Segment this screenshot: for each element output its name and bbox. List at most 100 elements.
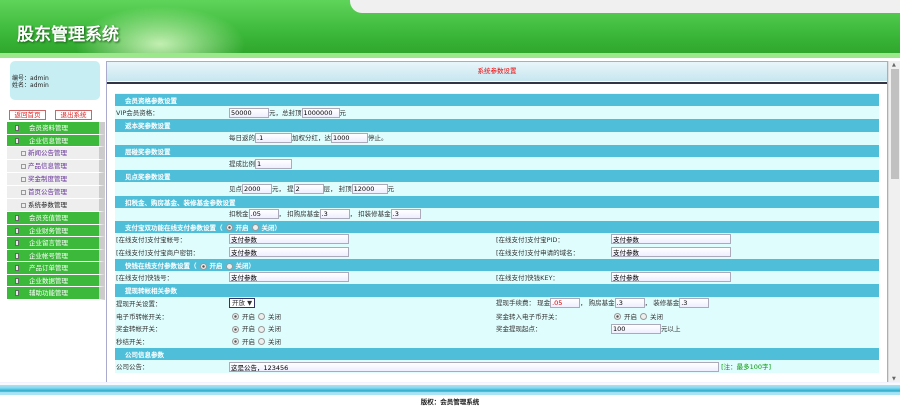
home-button[interactable]: 返回首页 [9,110,46,120]
sidebar-item-label: 辅助功能管理 [29,289,68,297]
fee-cash-input[interactable] [550,298,581,309]
min-withdraw-label: 奖金提现起点： [496,325,542,334]
sidebar-subitem-label: 奖金制度管理 [28,175,67,183]
off-label: 关闭 [650,312,663,321]
notice-hint: [注：最多100字] [721,362,772,371]
scroll-thumb[interactable] [891,69,899,179]
alipay-on-radio[interactable] [225,224,233,232]
off-label: 关闭 [261,223,275,232]
ecoin-off-radio[interactable] [258,313,265,321]
folder-icon [15,227,19,234]
bullet-icon [21,163,26,169]
label: 加权分红，达 [292,134,331,143]
cap-input[interactable] [301,107,340,118]
user-info: 编号：admin 姓名：admin [10,61,100,100]
sidebar-subitem[interactable]: 首页公告管理 [7,186,105,199]
fee-housing-input[interactable] [614,298,645,309]
sidebar-subitem[interactable]: 系统参数管理 [7,199,105,212]
notice-input[interactable] [229,361,719,372]
label: 元 [387,184,395,193]
return-cap-input[interactable] [331,133,368,144]
section-withdraw: 提现转帐相关参数 [115,283,879,297]
off-label: 关闭 [268,312,281,321]
sidebar-item-label: 企业信息管理 [29,136,68,145]
ecoin-transfer-label: 电子币转帐开关： [116,312,168,321]
sidebar-item-label: 企业数据管理 [29,276,68,285]
bonus-transfer-off-radio[interactable] [258,325,265,333]
sidebar-item[interactable]: 产品订单管理 [7,262,105,275]
decoration-fund-input[interactable] [390,209,421,220]
off-label: 关闭 [268,337,281,346]
on-label: 开启 [242,337,255,346]
bonus-ecoin-off-radio[interactable] [640,313,647,321]
label: ， 扣装修基金 [349,210,391,219]
label: 每日返的 [229,134,255,143]
section-layer: 层碰奖参数设置 [115,143,879,157]
user-name-label: 姓名： [12,82,31,89]
housing-fund-input[interactable] [319,209,350,220]
label: 提成比例 [229,159,255,168]
label: 元， 提 [272,184,294,193]
sidebar-subitem[interactable]: 新闻公告管理 [7,147,105,160]
settle-on-radio[interactable] [232,338,239,346]
label: ， 装修基金 [644,299,680,308]
sidebar-item[interactable]: 企业帐号管理 [7,249,105,262]
content-area: 会员资格参数设置 VIP会员资格：元，总封顶元 返本奖参数设置 每日返的加权分红… [107,82,887,382]
alipay-account-label: [在线支付]支付宝帐号： [116,236,187,245]
sidebar-item[interactable]: 辅助功能管理 [7,287,105,300]
kq-key-input[interactable] [611,272,731,283]
sidebar-item[interactable]: 企业数据管理 [7,274,105,287]
logout-button[interactable]: 退出系统 [55,110,92,120]
paren: ） [274,223,282,232]
kq-account-input[interactable] [229,272,349,283]
alipay-off-radio[interactable] [251,224,259,232]
point-layers-input[interactable] [293,183,324,194]
bonus-ecoin-on-radio[interactable] [614,313,621,321]
sidebar-subitem-label: 新闻公告管理 [28,149,67,157]
alipay-account-input[interactable] [229,234,349,245]
section-kuaiqian: 快钱在线支付参数设置（ [125,262,197,271]
sidebar-subitem[interactable]: 奖金制度管理 [7,173,105,186]
on-label: 开启 [242,325,255,334]
sidebar-item[interactable]: 企业信息管理 [7,134,105,147]
fee-label: 提现手续费： 现金 [496,299,551,308]
kq-on-radio[interactable] [199,262,207,270]
main-panel: 系统参数设置 会员资格参数设置 VIP会员资格：元，总封顶元 返本奖参数设置 每… [106,61,888,383]
scrollbar[interactable]: ▲ ▼ [888,61,900,383]
folder-icon [15,252,19,259]
section-point: 见点奖参数设置 [115,169,879,183]
tax-input[interactable] [248,209,279,220]
point-amount-input[interactable] [242,183,272,194]
point-cap-input[interactable] [351,183,388,194]
withdraw-switch-label: 提现开关设置： [116,299,162,308]
withdraw-switch-select[interactable]: 开放 ▼ [229,297,256,308]
min-withdraw-input[interactable] [611,323,661,334]
settle-off-radio[interactable] [258,338,265,346]
sidebar-menu: 会员资料管理 企业信息管理 新闻公告管理 产品信息管理 奖金制度管理首页公告管理 系统参数… [7,122,105,300]
sidebar-subitem[interactable]: 产品信息管理 [7,160,105,173]
domain-label: [在线支付]支付申请的域名： [496,248,580,257]
alipay-key-input[interactable] [229,246,349,257]
layer-ratio-input[interactable] [255,158,292,169]
vip-input[interactable] [229,107,269,118]
bonus-transfer-on-radio[interactable] [232,325,239,333]
unit-text: 元，总封顶 [269,108,302,117]
folder-icon [15,277,19,284]
sidebar-item[interactable]: 会员资料管理 [7,122,105,135]
kq-off-radio[interactable] [225,262,233,270]
fee-decoration-input[interactable] [679,298,710,309]
scroll-up-icon[interactable]: ▲ [892,62,896,68]
sidebar-item-label: 企业留言管理 [29,239,68,247]
domain-input[interactable] [611,246,731,257]
header-banner: 股东管理系统 [0,0,900,55]
sidebar-item[interactable]: 企业财务管理 [7,224,105,237]
sidebar-subitem-label: 产品信息管理 [28,162,67,170]
alipay-key-label: [在线支付]支付宝商户密钥： [116,248,200,257]
alipay-pid-input[interactable] [611,234,731,245]
sidebar-item[interactable]: 企业留言管理 [7,237,105,250]
settle-label: 秒结开关： [116,337,149,346]
sidebar-item[interactable]: 会员充值管理 [7,212,105,225]
daily-return-input[interactable] [255,133,292,144]
bullet-icon [21,150,26,156]
ecoin-on-radio[interactable] [232,313,239,321]
